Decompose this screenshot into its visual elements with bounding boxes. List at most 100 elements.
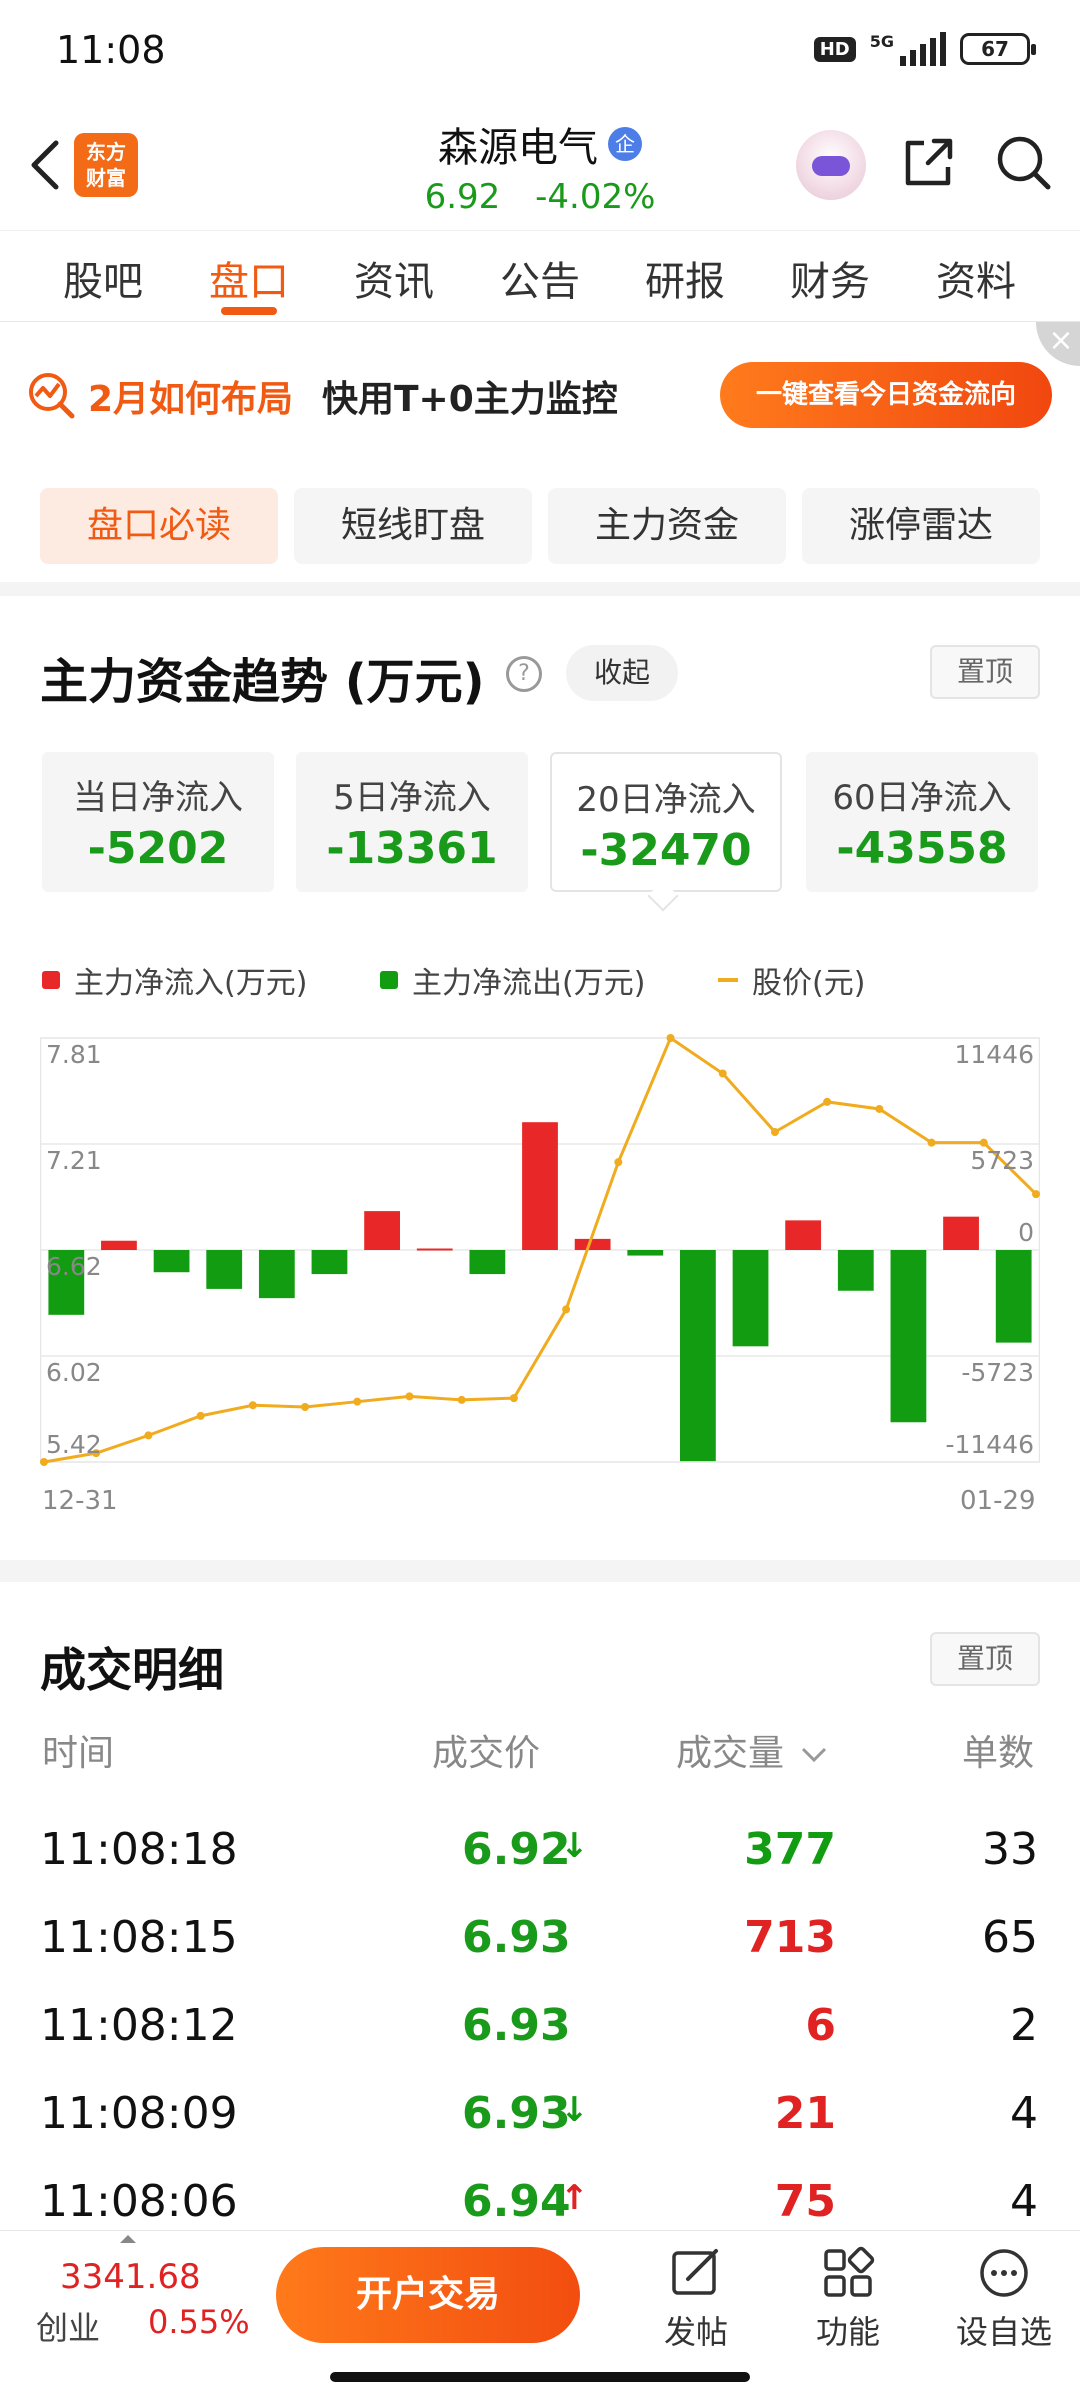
outflow-bar: [153, 1250, 190, 1273]
segment-main-funds[interactable]: 主力资金: [548, 488, 786, 564]
tab-guba[interactable]: 股吧: [43, 249, 163, 307]
outflow-bar: [837, 1250, 874, 1291]
price-point: [823, 1097, 832, 1106]
card-label: 20日净流入: [576, 780, 756, 820]
trades-pin-top-button[interactable]: 置顶: [930, 1632, 1040, 1686]
price-point: [301, 1403, 310, 1412]
add-watchlist-button[interactable]: 设自选: [944, 2245, 1064, 2353]
outflow-bar: [627, 1250, 664, 1256]
trade-row[interactable]: 11:08:09 6.93 ↓ 21 4: [0, 2070, 1080, 2158]
post-button[interactable]: 发帖: [636, 2245, 756, 2353]
inflow-swatch: [42, 971, 60, 989]
promo-banner[interactable]: × 2月如何布局 快用T+0主力监控 一键查看今日资金流向: [0, 322, 1080, 467]
trade-row[interactable]: 11:08:12 6.93 6 2: [0, 1982, 1080, 2070]
down-arrow-icon: ↓: [560, 1826, 589, 1866]
status-icons: HD 5G 67: [813, 32, 1036, 66]
section-divider: [0, 1560, 1080, 1582]
functions-button[interactable]: 功能: [788, 2245, 908, 2353]
view-fund-flow-button[interactable]: 一键查看今日资金流向: [720, 362, 1052, 428]
trade-volume: 75: [774, 2176, 836, 2227]
price-point: [927, 1138, 936, 1147]
inflow-bar: [416, 1248, 453, 1251]
trade-row[interactable]: 11:08:18 6.92 ↓ 377 33: [0, 1806, 1080, 1894]
trade-count: 4: [1010, 2088, 1038, 2139]
inflow-bar: [364, 1211, 400, 1250]
y-axis-right-tick: 11446: [954, 1040, 1034, 1069]
header-time: 时间: [42, 1733, 115, 1774]
price-point: [770, 1128, 779, 1137]
trade-time: 11:08:12: [40, 2000, 238, 2051]
tab-finance[interactable]: 财务: [770, 249, 890, 307]
outflow-bar: [258, 1250, 295, 1299]
trade-price: 6.92: [462, 1824, 571, 1875]
collapse-button[interactable]: 收起: [566, 645, 678, 701]
banner-highlight: 2月如何布局: [88, 379, 294, 420]
up-arrow-icon: ↑: [560, 2178, 589, 2218]
header-price: 成交价: [432, 1733, 541, 1774]
stock-header: 东方 财富 森源电气 企 6.92 -4.02%: [0, 105, 1080, 230]
legend-price-label: 股价(元): [752, 966, 866, 1001]
trade-price: 6.93: [462, 2000, 571, 2051]
battery-icon: 67: [960, 33, 1036, 65]
card-label: 当日净流入: [73, 778, 243, 818]
card-value: -5202: [87, 823, 229, 874]
signal-icon: 5G: [870, 32, 946, 66]
price-point: [718, 1069, 727, 1078]
share-icon[interactable]: [898, 133, 958, 193]
segment-must-read[interactable]: 盘口必读: [40, 488, 278, 564]
index-value[interactable]: 3341.68: [60, 2257, 201, 2297]
trade-price: 6.94: [462, 2176, 571, 2227]
net-inflow-5d-card[interactable]: 5日净流入 -13361: [296, 752, 528, 892]
net-inflow-60d-card[interactable]: 60日净流入 -43558: [806, 752, 1038, 892]
trade-row[interactable]: 11:08:15 6.93 713 65: [0, 1894, 1080, 1982]
header-volume[interactable]: 成交量: [676, 1724, 829, 1776]
trade-time: 11:08:06: [40, 2176, 238, 2227]
net-inflow-20d-card[interactable]: 20日净流入 -32470: [550, 752, 782, 892]
tab-announcements[interactable]: 公告: [480, 249, 600, 307]
index-expand-caret-icon[interactable]: [120, 2235, 136, 2243]
trade-volume: 377: [744, 1824, 836, 1875]
grid-icon: [824, 2246, 875, 2297]
x-axis-end-label: 01-29: [960, 1486, 1036, 1516]
trade-count: 2: [1010, 2000, 1038, 2051]
tab-pankou[interactable]: 盘口: [189, 249, 309, 307]
tab-research[interactable]: 研报: [625, 249, 745, 307]
x-axis-start-label: 12-31: [42, 1486, 118, 1516]
inflow-bar: [943, 1216, 979, 1250]
open-account-trade-button[interactable]: 开户交易: [276, 2247, 580, 2343]
segment-short-term[interactable]: 短线盯盘: [294, 488, 532, 564]
index-name[interactable]: 创业: [36, 2303, 100, 2349]
monitor-chart-icon: [29, 373, 75, 419]
trade-price: 6.93: [462, 2088, 571, 2139]
price-point: [248, 1401, 257, 1410]
net-inflow-today-card[interactable]: 当日净流入 -5202: [42, 752, 274, 892]
active-tab-underline: [221, 307, 277, 315]
card-value: -13361: [326, 823, 498, 874]
stock-price: 6.92: [424, 177, 501, 217]
pin-top-button[interactable]: 置顶: [930, 645, 1040, 699]
y-axis-left-tick: 6.62: [46, 1252, 102, 1281]
price-point: [509, 1394, 518, 1403]
tab-profile[interactable]: 资料: [916, 249, 1036, 307]
y-axis-right-tick: 0: [1018, 1218, 1034, 1247]
sort-chevron-icon: [802, 1747, 827, 1763]
outflow-swatch: [380, 971, 398, 989]
fund-trend-chart[interactable]: [40, 1030, 1040, 1470]
tab-news[interactable]: 资讯: [334, 249, 454, 307]
section-divider: [0, 582, 1080, 596]
help-icon[interactable]: ?: [506, 656, 542, 692]
assistant-avatar[interactable]: [796, 130, 866, 200]
down-arrow-icon: ↓: [560, 2090, 589, 2130]
banner-close-button[interactable]: ×: [1036, 322, 1080, 366]
inflow-bar: [522, 1122, 558, 1250]
segment-limit-up-radar[interactable]: 涨停雷达: [802, 488, 1040, 564]
post-label: 发帖: [663, 2313, 728, 2351]
card-value: -32470: [580, 825, 752, 876]
trade-detail-title: 成交明细: [40, 1643, 224, 1697]
trade-count: 4: [1010, 2176, 1038, 2227]
index-change[interactable]: 0.55%: [148, 2303, 250, 2341]
status-time: 11:08: [56, 28, 166, 72]
enterprise-badge: 企: [608, 127, 642, 161]
network-label: 5G: [869, 32, 894, 51]
search-icon[interactable]: [994, 133, 1054, 193]
